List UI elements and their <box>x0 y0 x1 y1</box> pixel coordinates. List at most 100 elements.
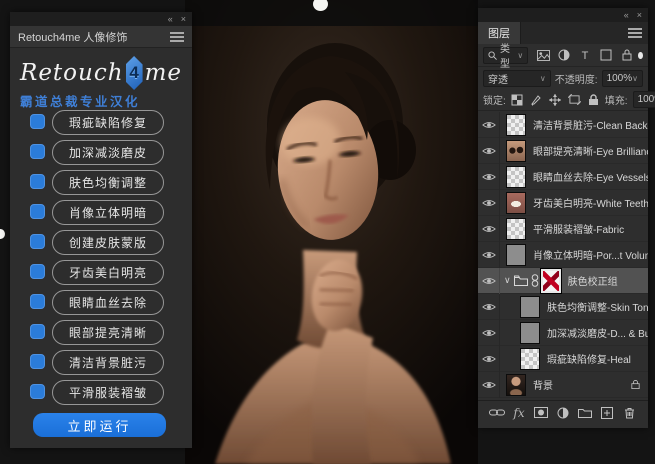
filter-toggle-icon[interactable] <box>638 52 643 59</box>
tool-checkbox[interactable] <box>30 144 45 159</box>
link-layers-icon[interactable] <box>488 405 506 421</box>
tool-checkbox[interactable] <box>30 114 45 129</box>
retouch4me-logo: Retouch 4 me 霸道总裁专业汉化 <box>20 56 182 104</box>
layer-name[interactable]: 加深减淡磨皮-D... & Burn <box>547 325 648 340</box>
blend-mode-select[interactable]: 穿透 ∨ <box>483 70 551 87</box>
tool-checkbox[interactable] <box>30 324 45 339</box>
layer-row[interactable]: 肤色均衡调整-Skin Tone <box>478 294 648 320</box>
layer-thumbnail[interactable] <box>506 140 526 162</box>
visibility-eye-icon[interactable] <box>478 346 500 372</box>
expand-chevron-icon[interactable]: ∨ <box>504 275 511 286</box>
layer-row[interactable]: 眼睛血丝去除-Eye Vessels <box>478 164 648 190</box>
search-icon <box>488 51 497 60</box>
layer-row[interactable]: 眼部提亮清晰-Eye Brilliance <box>478 138 648 164</box>
lock-pixels-icon[interactable] <box>530 93 543 106</box>
pixel-layer-filter-icon[interactable] <box>536 48 550 62</box>
layer-name[interactable]: 平滑服装褶皱-Fabric <box>533 221 624 236</box>
tool-list: 瑕疵缺陷修复加深减淡磨皮肤色均衡调整肖像立体明暗创建皮肤蒙版牙齿美白明亮眼睛血丝… <box>10 108 192 408</box>
visibility-eye-icon[interactable] <box>478 164 500 190</box>
run-button[interactable]: 立即运行 <box>33 413 166 437</box>
kind-filter-select[interactable]: 类型 ∨ <box>483 47 528 64</box>
tool-button[interactable]: 肖像立体明暗 <box>52 200 164 225</box>
collapse-panel-icon[interactable]: « <box>624 11 629 20</box>
adjustment-layer-filter-icon[interactable] <box>557 48 571 62</box>
layer-thumbnail[interactable] <box>506 166 526 188</box>
layer-thumbnail[interactable] <box>520 296 540 318</box>
collapse-panel-icon[interactable]: « <box>168 15 173 24</box>
fill-label: 填充: <box>605 92 628 107</box>
adjustment-icon[interactable] <box>554 405 572 421</box>
tool-checkbox[interactable] <box>30 354 45 369</box>
close-panel-icon[interactable]: × <box>181 15 186 24</box>
visibility-eye-icon[interactable] <box>478 138 500 164</box>
layer-thumbnail[interactable] <box>506 374 526 396</box>
visibility-eye-icon[interactable] <box>478 216 500 242</box>
visibility-eye-icon[interactable] <box>478 112 500 138</box>
visibility-eye-icon[interactable] <box>478 320 500 346</box>
smart-object-filter-icon[interactable] <box>620 48 634 62</box>
tool-button[interactable]: 平滑服装褶皱 <box>52 380 164 405</box>
layer-row[interactable]: 肖像立体明暗-Por...t Volumes <box>478 242 648 268</box>
layer-name[interactable]: 肤色校正组 <box>568 273 618 288</box>
layer-name[interactable]: 瑕疵缺陷修复-Heal <box>547 351 631 366</box>
tool-button[interactable]: 创建皮肤蒙版 <box>52 230 164 255</box>
lock-transparency-icon[interactable] <box>511 93 524 106</box>
close-panel-icon[interactable]: × <box>637 11 642 20</box>
tool-button[interactable]: 眼部提亮清晰 <box>52 320 164 345</box>
lock-position-icon[interactable] <box>549 93 562 106</box>
layer-name[interactable]: 眼部提亮清晰-Eye Brilliance <box>533 143 648 158</box>
new-group-icon[interactable] <box>576 405 594 421</box>
tool-button[interactable]: 牙齿美白明亮 <box>52 260 164 285</box>
layer-name[interactable]: 眼睛血丝去除-Eye Vessels <box>533 169 648 184</box>
lock-row: 锁定: 填充: 100% ∨ <box>478 89 648 111</box>
tool-checkbox[interactable] <box>30 204 45 219</box>
layer-row[interactable]: 牙齿美白明亮-White Teeth <box>478 190 648 216</box>
fill-select[interactable]: 100% ∨ <box>633 91 655 108</box>
new-layer-icon[interactable] <box>598 405 616 421</box>
tool-checkbox[interactable] <box>30 174 45 189</box>
layer-thumbnail[interactable] <box>506 244 526 266</box>
panel-menu-icon[interactable] <box>628 28 642 38</box>
layer-thumbnail[interactable] <box>541 269 561 293</box>
visibility-eye-icon[interactable] <box>478 242 500 268</box>
visibility-eye-icon[interactable] <box>478 372 500 398</box>
layer-name[interactable]: 肤色均衡调整-Skin Tone <box>547 299 648 314</box>
layer-row[interactable]: 平滑服装褶皱-Fabric <box>478 216 648 242</box>
tool-checkbox[interactable] <box>30 234 45 249</box>
delete-layer-icon[interactable] <box>620 405 638 421</box>
tool-button[interactable]: 眼睛血丝去除 <box>52 290 164 315</box>
tool-button[interactable]: 肤色均衡调整 <box>52 170 164 195</box>
opacity-select[interactable]: 100% ∨ <box>602 70 643 87</box>
layer-group-row[interactable]: ∨ 肤色校正组 <box>478 268 648 294</box>
tool-button[interactable]: 清洁背景脏污 <box>52 350 164 375</box>
visibility-eye-icon[interactable] <box>478 294 500 320</box>
lock-artboard-icon[interactable] <box>568 93 581 106</box>
add-mask-icon[interactable] <box>532 405 550 421</box>
tool-checkbox[interactable] <box>30 294 45 309</box>
tool-button[interactable]: 瑕疵缺陷修复 <box>52 110 164 135</box>
layer-row[interactable]: 背景 <box>478 372 648 398</box>
layer-thumbnail[interactable] <box>520 348 540 370</box>
layer-thumbnail[interactable] <box>506 114 526 136</box>
layer-thumbnail[interactable] <box>520 322 540 344</box>
tool-row: 牙齿美白明亮 <box>10 258 192 288</box>
type-layer-filter-icon[interactable]: T <box>578 48 592 62</box>
layer-name[interactable]: 肖像立体明暗-Por...t Volumes <box>533 247 648 262</box>
visibility-eye-icon[interactable] <box>478 190 500 216</box>
layer-row[interactable]: 瑕疵缺陷修复-Heal <box>478 346 648 372</box>
layer-thumbnail[interactable] <box>506 192 526 214</box>
layer-row[interactable]: 清洁背景脏污-Clean Backdrop <box>478 112 648 138</box>
tool-button[interactable]: 加深减淡磨皮 <box>52 140 164 165</box>
shape-layer-filter-icon[interactable] <box>599 48 613 62</box>
panel-menu-icon[interactable] <box>170 32 184 42</box>
tool-checkbox[interactable] <box>30 384 45 399</box>
layer-name[interactable]: 清洁背景脏污-Clean Backdrop <box>533 117 648 132</box>
tool-checkbox[interactable] <box>30 264 45 279</box>
layer-row[interactable]: 加深减淡磨皮-D... & Burn <box>478 320 648 346</box>
layer-thumbnail[interactable] <box>506 218 526 240</box>
layer-name[interactable]: 牙齿美白明亮-White Teeth <box>533 195 648 210</box>
visibility-eye-icon[interactable] <box>478 268 500 294</box>
lock-all-icon[interactable] <box>587 93 600 106</box>
layer-name[interactable]: 背景 <box>533 377 553 392</box>
fx-icon[interactable]: fx <box>510 405 528 421</box>
